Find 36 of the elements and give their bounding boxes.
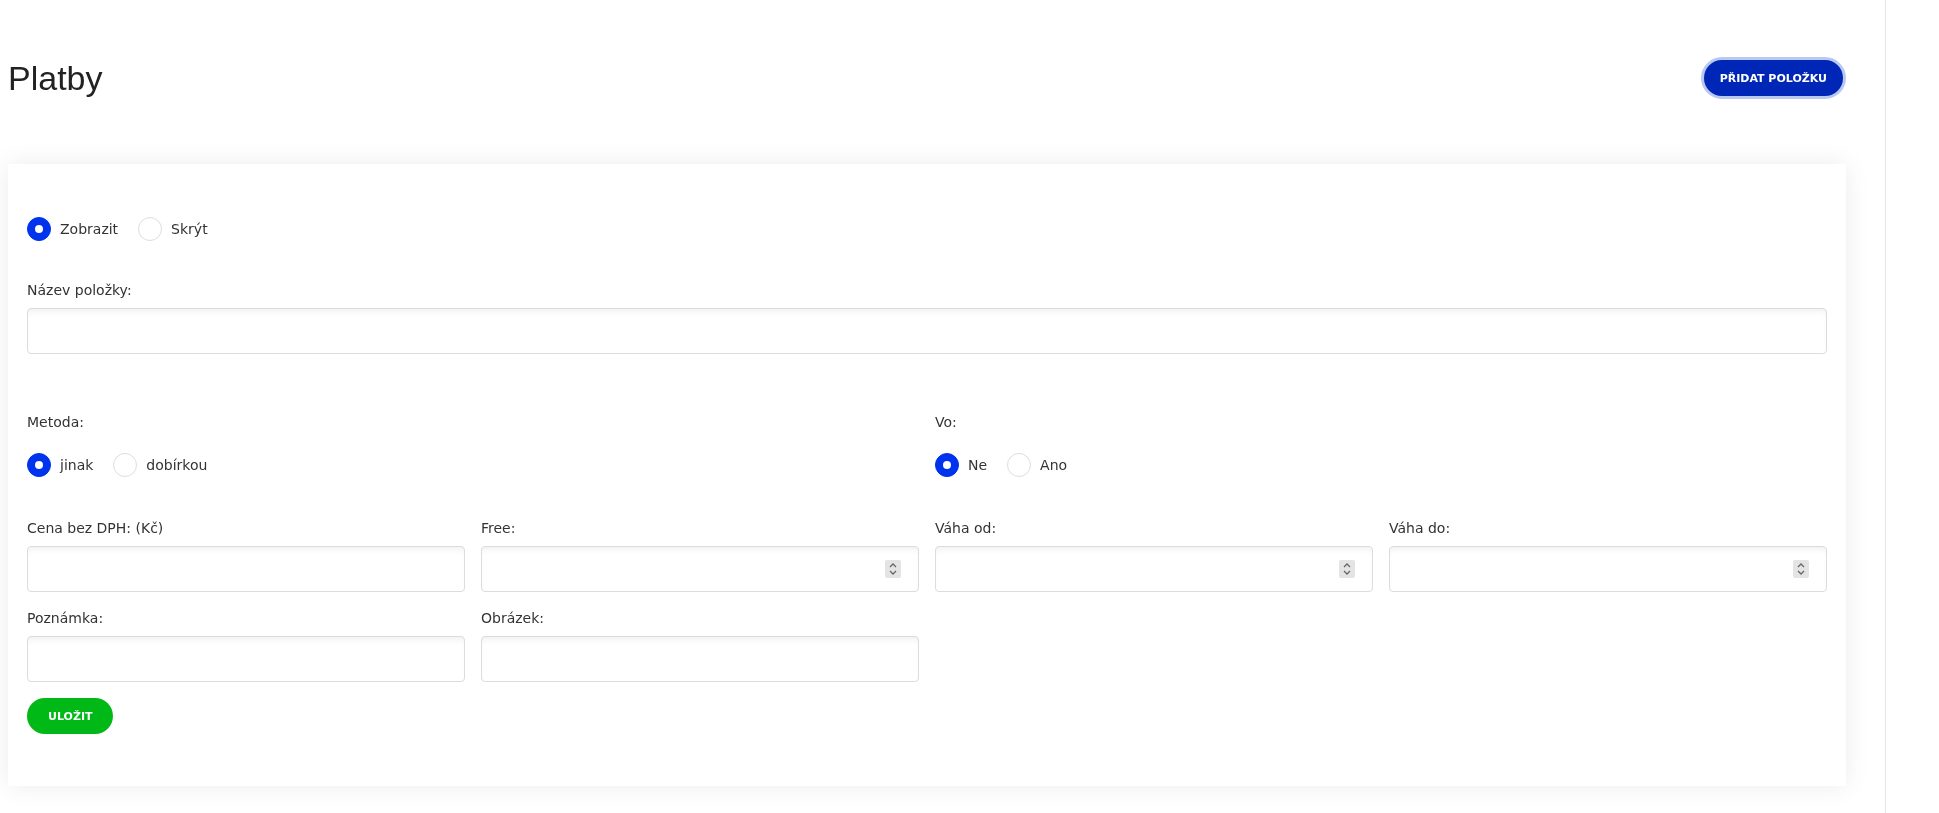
field-label: Obrázek: — [481, 610, 546, 626]
spinner-icon[interactable] — [1793, 560, 1809, 578]
radio-label: Ne — [968, 457, 988, 473]
input-field[interactable] — [481, 636, 919, 682]
radio-label: dobírkou — [146, 457, 208, 473]
field-label: Poznámka: — [27, 610, 105, 626]
radio-option[interactable]: Zobrazit — [27, 217, 119, 241]
field-label: Vo: — [935, 414, 958, 430]
input-field[interactable] — [27, 636, 465, 682]
field-label: Cena bez DPH: (Kč) — [27, 520, 165, 536]
field-label: Metoda: — [27, 414, 85, 430]
input-field[interactable] — [481, 546, 919, 592]
radio-label: Skrýt — [171, 221, 208, 237]
input-field[interactable] — [935, 546, 1373, 592]
radio-option[interactable]: dobírkou — [113, 453, 208, 477]
input-field[interactable] — [27, 546, 465, 592]
radio-button[interactable] — [27, 217, 51, 241]
radio-label: jinak — [60, 457, 94, 473]
field-label: Váha do: — [1389, 520, 1452, 536]
spinner-icon[interactable] — [885, 560, 901, 578]
field-label: Free: — [481, 520, 517, 536]
radio-button[interactable] — [935, 453, 959, 477]
radio-button[interactable] — [27, 453, 51, 477]
input-field[interactable] — [1389, 546, 1827, 592]
radio-option[interactable]: Skrýt — [138, 217, 208, 241]
page-title: Platby — [8, 58, 103, 98]
spinner-icon[interactable] — [1339, 560, 1355, 578]
input-field[interactable] — [27, 308, 1827, 354]
field-label: Váha od: — [935, 520, 998, 536]
radio-option[interactable]: jinak — [27, 453, 94, 477]
radio-label: Zobrazit — [60, 221, 119, 237]
add-item-button[interactable]: PŘIDAT POLOŽKU — [1700, 57, 1846, 99]
radio-option[interactable]: Ne — [935, 453, 988, 477]
radio-option[interactable]: Ano — [1007, 453, 1068, 477]
field-label: Název položky: — [27, 282, 133, 298]
radio-label: Ano — [1040, 457, 1068, 473]
